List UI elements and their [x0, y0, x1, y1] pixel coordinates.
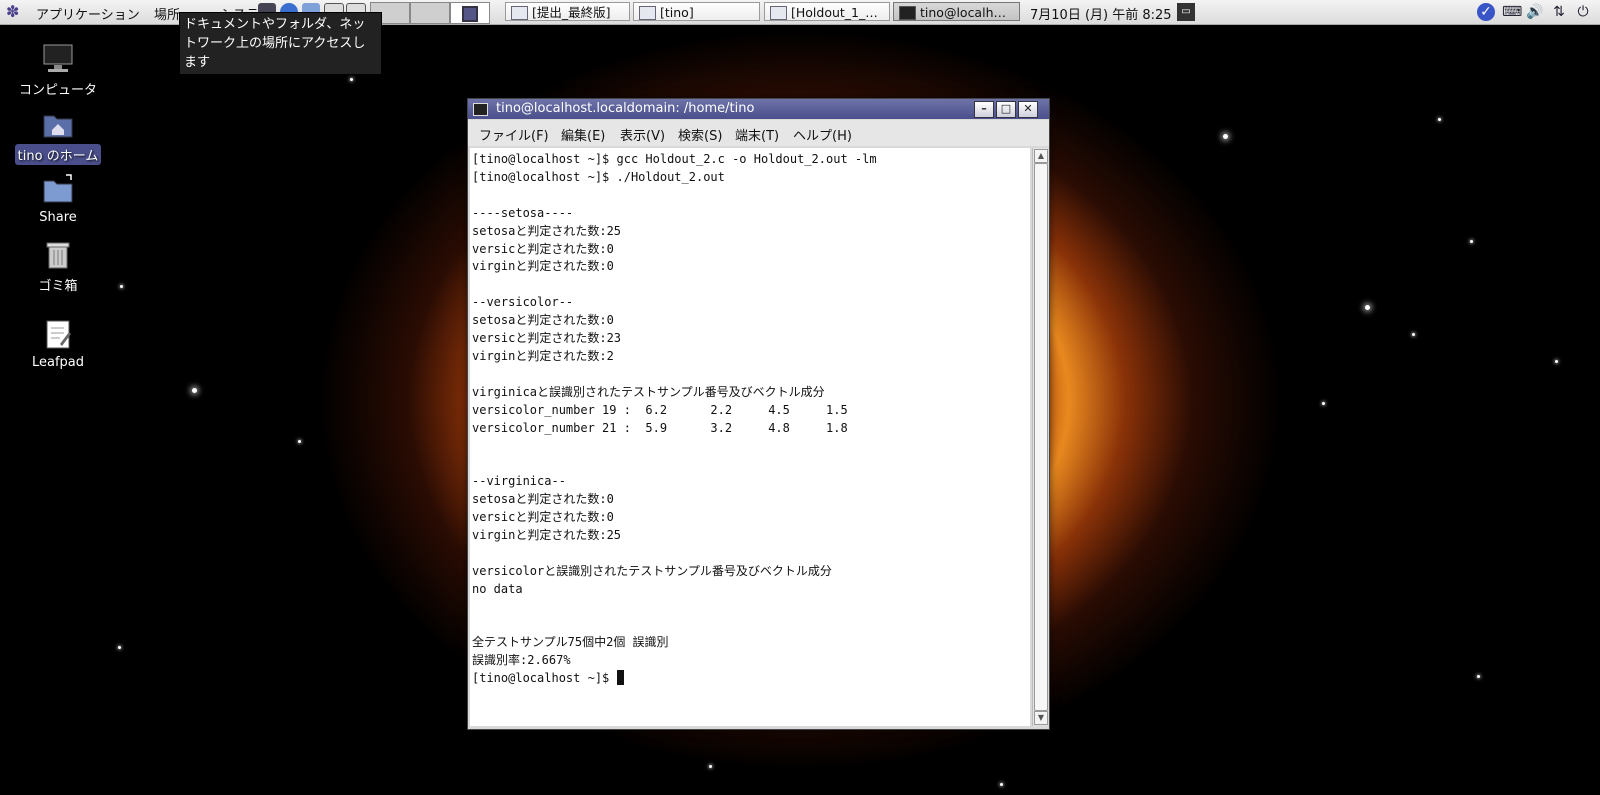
window-titlebar[interactable]: tino@localhost.localdomain: /home/tino –… [468, 99, 1049, 119]
menu-file[interactable]: ファイル(F) [479, 125, 549, 144]
menu-view[interactable]: 表示(V) [620, 125, 665, 144]
document-icon [770, 6, 787, 20]
menu-help[interactable]: ヘルプ(H) [793, 125, 852, 144]
taskbar-item-editor[interactable]: [Holdout_1_… [764, 2, 890, 21]
desktop-icon-leafpad[interactable]: Leafpad [8, 318, 108, 371]
menu-terminal[interactable]: 端末(T) [735, 125, 779, 144]
terminal-line: no data [472, 581, 523, 596]
desktop-icon-label: Leafpad [31, 355, 85, 370]
terminal-line: virginと判定された数:0 [472, 259, 614, 274]
clock[interactable]: 7月10日 (月) 午前 8:25 [1030, 4, 1172, 23]
terminal-line: setosaと判定された数:0 [472, 313, 614, 328]
star [192, 388, 197, 393]
terminal-line: virginと判定された数:2 [472, 348, 614, 363]
taskbar-item-label: [tino] [660, 5, 694, 20]
network-icon[interactable]: ⇅ [1550, 3, 1568, 21]
desktop-icon-home[interactable]: tino のホーム [8, 108, 108, 165]
terminal-line: versicolor_number 19 : 6.2 2.2 4.5 1.5 [472, 402, 848, 417]
screen-icon[interactable]: ▭ [1177, 3, 1195, 21]
maximize-button[interactable]: □ [996, 101, 1016, 118]
home-folder-icon [639, 6, 656, 20]
gnome-foot-icon[interactable]: ✽ [6, 3, 28, 21]
star [709, 765, 712, 768]
star [118, 646, 121, 649]
taskbar-item-label: tino@localh… [920, 5, 1006, 20]
terminal-icon [899, 6, 916, 20]
scroll-thumb[interactable] [1034, 163, 1048, 711]
star [1438, 118, 1441, 121]
desktop-icon-trash[interactable]: ゴミ箱 [8, 238, 108, 295]
close-button[interactable]: ✕ [1018, 101, 1038, 118]
terminal-icon [473, 103, 488, 116]
terminal-line: ----setosa---- [472, 205, 574, 220]
terminal-window: tino@localhost.localdomain: /home/tino –… [467, 98, 1050, 730]
taskbar-item-terminal[interactable]: tino@localh… [893, 2, 1020, 21]
terminal-line: [tino@localhost ~]$ ./Holdout_2.out [472, 169, 725, 184]
terminal-line: --versicolor-- [472, 295, 574, 310]
places-menu[interactable]: 場所 [154, 4, 180, 23]
volume-icon[interactable]: 🔊 [1526, 3, 1544, 21]
terminal-line: [tino@localhost ~]$ gcc Holdout_2.c -o H… [472, 152, 877, 166]
taskbar-item-folder[interactable]: [提出_最終版] [505, 2, 630, 21]
text-cursor [616, 670, 624, 686]
home-folder-icon [42, 108, 74, 140]
star [1412, 333, 1415, 336]
terminal-line: 全テストサンプル75個中2個 誤識別 [472, 635, 669, 650]
star [1470, 240, 1473, 243]
desktop-icon-label: tino のホーム [14, 144, 102, 165]
minimize-button[interactable]: – [974, 101, 994, 118]
star [298, 440, 301, 443]
terminal-line: setosaと判定された数:25 [472, 223, 622, 238]
star [1365, 305, 1370, 310]
keyboard-icon[interactable]: ⌨ [1502, 3, 1522, 21]
terminal-line: [tino@localhost ~]$ [472, 669, 624, 687]
menu-search[interactable]: 検索(S) [678, 125, 722, 144]
taskbar-item-label: [Holdout_1_… [791, 5, 878, 20]
desktop-icon-computer[interactable]: コンピュータ [8, 42, 108, 99]
star [1000, 783, 1003, 786]
leafpad-icon [42, 318, 74, 350]
scroll-down-icon[interactable]: ▼ [1034, 711, 1048, 725]
star [1223, 134, 1228, 139]
computer-icon [42, 42, 74, 74]
terminal-line: setosaと判定された数:0 [472, 492, 614, 507]
terminal-output[interactable]: [tino@localhost ~]$ gcc Holdout_2.c -o H… [470, 148, 1030, 726]
star [350, 78, 353, 81]
terminal-line: virginと判定された数:25 [472, 527, 622, 542]
taskbar-item-label: [提出_最終版] [532, 5, 611, 20]
folder-icon [511, 6, 528, 20]
menu-edit[interactable]: 編集(E) [561, 125, 605, 144]
star [1555, 360, 1558, 363]
star [1322, 402, 1325, 405]
workspace-2[interactable] [410, 2, 450, 24]
terminal-line: 誤識別率:2.667% [472, 653, 571, 668]
terminal-line: versicolor_number 21 : 5.9 3.2 4.8 1.8 [472, 420, 848, 435]
star [1477, 675, 1480, 678]
scrollbar[interactable]: ▲ ▼ [1032, 148, 1048, 726]
power-icon[interactable]: ⏻ [1574, 3, 1592, 21]
applications-menu[interactable]: アプリケーション [36, 4, 140, 23]
places-tooltip: ドキュメントやフォルダ、ネットワーク上の場所にアクセスします [179, 12, 382, 75]
window-menubar: ファイル(F) 編集(E) 表示(V) 検索(S) 端末(T) ヘルプ(H) [468, 120, 1049, 146]
terminal-line: versicと判定された数:0 [472, 510, 614, 524]
update-notifier-icon[interactable]: ✓ [1477, 3, 1495, 21]
workspace-3-active[interactable] [450, 2, 490, 24]
desktop-icon-label: Share [39, 210, 77, 225]
star [120, 285, 123, 288]
folder-link-icon [42, 173, 74, 205]
terminal-line: virginicaと誤識別されたテストサンプル番号及びベクトル成分 [472, 384, 825, 399]
scroll-up-icon[interactable]: ▲ [1034, 149, 1048, 163]
trash-icon [42, 238, 74, 270]
desktop-icon-share[interactable]: Share [8, 173, 108, 226]
terminal-line: versicと判定された数:0 [472, 241, 614, 256]
desktop-icon-label: コンピュータ [18, 83, 97, 98]
taskbar-item-home[interactable]: [tino] [633, 2, 760, 21]
terminal-line: versicと判定された数:23 [472, 331, 622, 345]
terminal-line: versicolorと誤識別されたテストサンプル番号及びベクトル成分 [472, 563, 832, 578]
terminal-line: --virginica-- [472, 474, 566, 489]
window-title: tino@localhost.localdomain: /home/tino [496, 101, 755, 116]
desktop-icon-label: ゴミ箱 [38, 279, 78, 294]
